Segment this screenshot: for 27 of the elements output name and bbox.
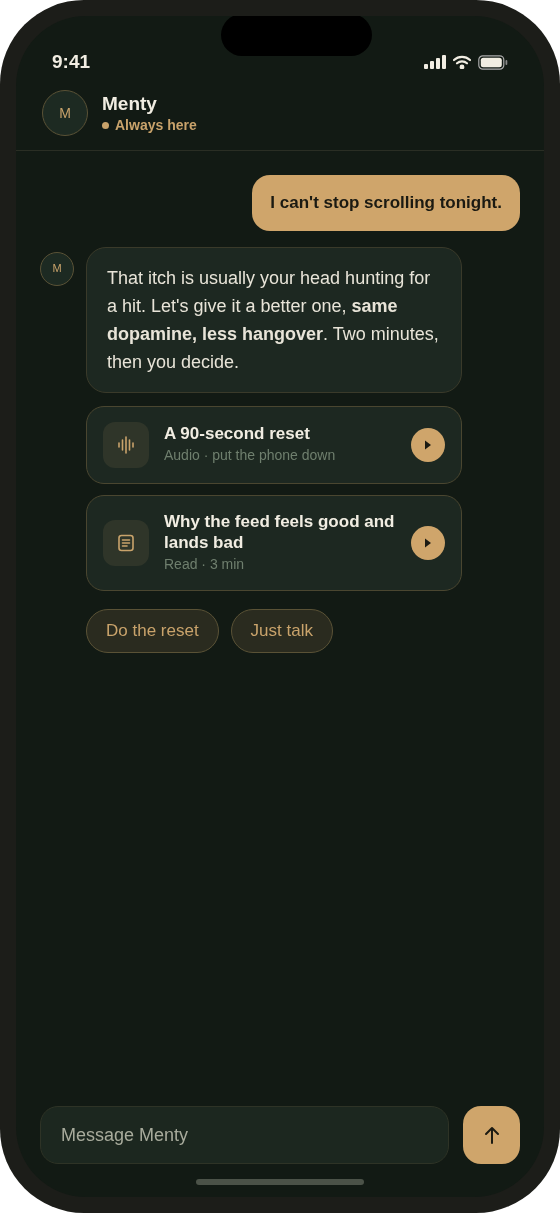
quick-reply-chip[interactable]: Just talk	[230, 608, 333, 653]
avatar: M	[42, 90, 88, 136]
card-subtitle: Read · 3 min	[164, 554, 246, 574]
play-icon	[424, 439, 432, 450]
card-title: Why the feed feels good and lands bad	[164, 510, 396, 553]
message-field[interactable]: Message Menty	[40, 1106, 449, 1164]
waveform-icon	[116, 434, 136, 455]
play-button[interactable]	[411, 427, 445, 462]
signal-icon	[424, 55, 446, 69]
arrow-up-icon	[483, 1126, 500, 1144]
bot-avatar: M	[40, 251, 74, 286]
user-message: I can't stop scrolling tonight.	[252, 175, 520, 231]
wifi-icon	[452, 55, 472, 69]
contact-name: Menty	[102, 92, 158, 116]
play-button[interactable]	[411, 525, 445, 560]
send-button[interactable]	[463, 1106, 520, 1164]
play-icon	[424, 537, 432, 548]
card-subtitle: Audio · put the phone down	[164, 446, 337, 465]
content-card[interactable]: A 90-second reset Audio · put the phone down	[86, 405, 462, 484]
content-card[interactable]: Why the feed feels good and lands bad Read · 3 min	[86, 494, 462, 591]
quick-reply-chip[interactable]: Do the reset	[86, 608, 219, 653]
card-title: A 90-second reset	[164, 423, 311, 444]
document-icon	[116, 532, 136, 553]
contact-status: Always here	[115, 116, 197, 134]
status-time: 9:41	[52, 49, 91, 74]
battery-icon	[478, 54, 508, 70]
bot-message: That itch is usually your head hunting for a hit. Let's give it a better one, same dopamine, less hangover. Two minutes, then you decide.	[86, 246, 462, 393]
